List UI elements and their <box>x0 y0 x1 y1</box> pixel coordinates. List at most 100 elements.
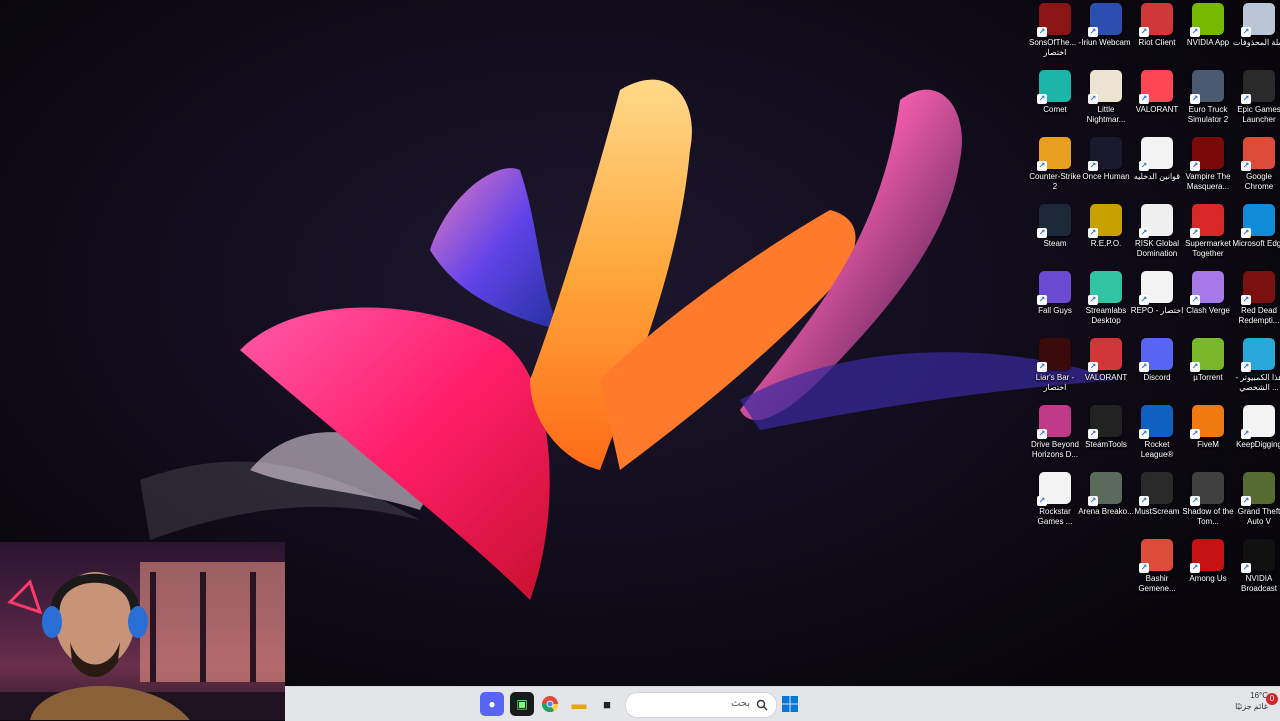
desktop-shortcut[interactable]: هذا الكمبيوتر - الشخصي ... <box>1234 335 1280 402</box>
desktop-shortcut[interactable]: NVIDIA Broadcast <box>1234 536 1280 603</box>
system-tray[interactable]: 16°C غائم جزئيًا <box>1235 690 1268 712</box>
desktop-shortcut-label: Discord <box>1143 373 1171 382</box>
shadow-tomb-raider-icon <box>1190 472 1224 506</box>
desktop-shortcut[interactable]: µTorrent <box>1183 335 1233 402</box>
drive-beyond-icon <box>1037 405 1071 439</box>
desktop-shortcut[interactable]: Microsoft Edge <box>1232 201 1280 268</box>
desktop-shortcut[interactable]: Streamlabs Desktop <box>1081 268 1131 335</box>
desktop-shortcut[interactable]: Discord <box>1132 335 1182 402</box>
desktop-shortcut-label: Clash Verge <box>1186 306 1230 315</box>
desktop-shortcut[interactable]: Clash Verge <box>1183 268 1233 335</box>
discord-icon <box>1139 338 1173 372</box>
epic-games-icon <box>1241 70 1275 104</box>
desktop-shortcut[interactable]: SteamTools <box>1081 402 1131 469</box>
desktop-shortcut-label: Comet <box>1043 105 1067 114</box>
desktop-shortcut[interactable]: Among Us <box>1183 536 1233 603</box>
start-button[interactable] <box>778 692 802 716</box>
desktop-shortcut[interactable]: قوانين الدخليه <box>1132 134 1182 201</box>
desktop-shortcut[interactable]: Iriun Webcam <box>1081 0 1131 67</box>
chrome-profile-icon <box>1139 539 1173 573</box>
windows-logo-icon <box>782 696 798 712</box>
desktop-shortcut-label: Drive Beyond Horizons D... <box>1030 440 1080 459</box>
search-icon <box>756 699 768 711</box>
desktop-shortcut-label: RISK Global Domination <box>1134 239 1180 258</box>
weather-text: غائم جزئيًا <box>1235 702 1268 711</box>
game-taskbar-icon[interactable]: ▣ <box>510 692 534 716</box>
fivem-icon <box>1190 405 1224 439</box>
desktop-shortcut[interactable]: KeepDigging <box>1234 402 1280 469</box>
this-pc-icon <box>1241 338 1275 372</box>
desktop-shortcut[interactable]: Little Nightmar... <box>1081 67 1131 134</box>
desktop-shortcut-label: Microsoft Edge <box>1232 239 1280 248</box>
desktop-shortcut[interactable]: Comet <box>1030 67 1080 134</box>
desktop-shortcut[interactable]: MustScream <box>1132 469 1182 536</box>
desktop-shortcut[interactable]: SonsOfThe... - اختصار <box>1029 0 1081 67</box>
chrome-taskbar-icon[interactable] <box>538 692 562 716</box>
desktop-shortcut[interactable]: RISK Global Domination <box>1132 201 1182 268</box>
taskbar: ● ▣ ▬ ■ بحث 16°C غائم جزئيًا 0 <box>285 686 1280 721</box>
desktop-shortcut-label: REPO - اختصار <box>1130 306 1184 315</box>
edge-icon <box>1241 204 1275 238</box>
little-nightmares-icon <box>1088 70 1122 104</box>
desktop-shortcut[interactable]: Drive Beyond Horizons D... <box>1030 402 1080 469</box>
desktop-shortcut-label: Arena Breako... <box>1078 507 1134 516</box>
clash-verge-icon <box>1190 271 1224 305</box>
risk-icon <box>1139 204 1173 238</box>
steamtools-icon <box>1088 405 1122 439</box>
euro-truck-icon <box>1190 70 1224 104</box>
desktop-shortcut-label: Bashir Gemene... <box>1138 574 1176 593</box>
file-explorer-taskbar-icon[interactable]: ▬ <box>567 692 591 716</box>
temperature-text: 16°C <box>1250 691 1268 700</box>
desktop-shortcut[interactable]: Euro Truck Simulator 2 <box>1183 67 1233 134</box>
desktop-shortcut[interactable]: Epic Games Launcher <box>1234 67 1280 134</box>
desktop-shortcut[interactable]: Steam <box>1030 201 1080 268</box>
notification-badge[interactable]: 0 <box>1266 693 1278 705</box>
desktop-shortcut[interactable]: Google Chrome <box>1234 134 1280 201</box>
desktop-shortcut-label: Rocket League® <box>1140 440 1174 459</box>
desktop-shortcut[interactable]: Liar's Bar - اختصار <box>1030 335 1080 402</box>
steam-icon <box>1037 204 1071 238</box>
liars-bar-icon <box>1037 338 1071 372</box>
iriun-webcam-icon <box>1088 3 1122 37</box>
desktop-shortcut[interactable]: Arena Breako... <box>1078 469 1134 536</box>
vampire-masquerade-icon <box>1190 137 1224 171</box>
recycle-bin-icon <box>1241 3 1275 37</box>
desktop-shortcut[interactable]: Grand Theft Auto V <box>1234 469 1280 536</box>
app-taskbar-icon[interactable]: ■ <box>595 692 619 716</box>
desktop-shortcut[interactable]: FiveM <box>1183 402 1233 469</box>
search-placeholder: بحث <box>730 698 750 709</box>
desktop-shortcut-label: VALORANT <box>1084 373 1128 382</box>
desktop-shortcut[interactable]: سلة المحذوفات <box>1233 0 1280 67</box>
taskbar-search-box[interactable]: بحث <box>625 692 777 718</box>
desktop-shortcut-label: Once Human <box>1082 172 1130 181</box>
desktop-shortcut[interactable]: Rockstar Games ... <box>1030 469 1080 536</box>
streamlabs-icon <box>1088 271 1122 305</box>
desktop-shortcut-label: VALORANT <box>1135 105 1179 114</box>
discord-taskbar-icon[interactable]: ● <box>480 692 504 716</box>
desktop-shortcut-label: Steam <box>1043 239 1067 248</box>
desktop-shortcut-label: µTorrent <box>1193 373 1223 382</box>
desktop-shortcut-label: Liar's Bar - اختصار <box>1035 373 1075 392</box>
desktop-shortcut[interactable]: Vampire The Masquera... <box>1183 134 1233 201</box>
desktop-shortcut[interactable]: Red Dead Redempti... <box>1234 268 1280 335</box>
red-dead-icon <box>1241 271 1275 305</box>
gta-v-icon <box>1241 472 1275 506</box>
desktop-shortcut[interactable]: VALORANT <box>1132 67 1182 134</box>
desktop-shortcut[interactable]: VALORANT <box>1081 335 1131 402</box>
desktop-shortcut[interactable]: Supermarket Together <box>1183 201 1233 268</box>
desktop-shortcut[interactable]: Bashir Gemene... <box>1132 536 1182 603</box>
among-us-icon <box>1190 539 1224 573</box>
desktop-shortcut[interactable]: Shadow of the Tom... <box>1182 469 1234 536</box>
utorrent-icon <box>1190 338 1224 372</box>
desktop-shortcut[interactable]: Rocket League® <box>1132 402 1182 469</box>
desktop-shortcut[interactable]: NVIDIA App <box>1183 0 1233 67</box>
desktop-shortcut[interactable]: Riot Client <box>1132 0 1182 67</box>
sons-of-the-forest-icon <box>1037 3 1071 37</box>
mustscream-icon <box>1139 472 1173 506</box>
desktop-shortcut-label: NVIDIA Broadcast <box>1240 574 1278 593</box>
desktop-shortcut[interactable]: R.E.P.O. <box>1081 201 1131 268</box>
desktop-shortcut[interactable]: REPO - اختصار <box>1130 268 1184 335</box>
desktop-shortcut[interactable]: Fall Guys <box>1030 268 1080 335</box>
desktop-shortcut[interactable]: Once Human <box>1081 134 1131 201</box>
desktop-shortcut[interactable]: Counter-Strike 2 <box>1029 134 1081 201</box>
